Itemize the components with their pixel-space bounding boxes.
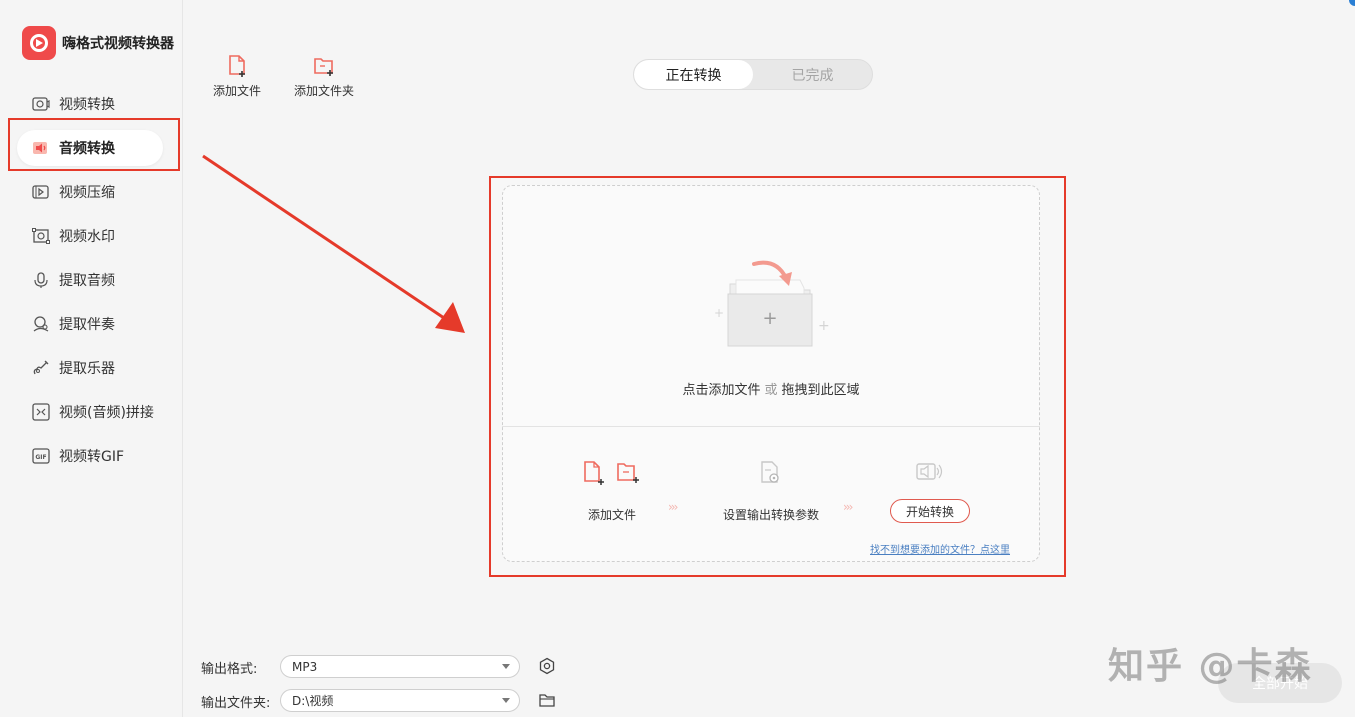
output-folder-value: D:\视频 xyxy=(292,694,334,708)
sidebar-item-extract-instrument[interactable]: 提取乐器 xyxy=(0,346,183,390)
add-file-button[interactable]: 添加文件 xyxy=(213,54,261,99)
hint-click-text: 点击添加文件 xyxy=(682,383,761,398)
step-start-audio-icon xyxy=(916,463,943,480)
sidebar-item-label: 视频压缩 xyxy=(59,185,115,201)
app-title: 嗨格式视频转换器 xyxy=(62,36,174,52)
video-compress-icon xyxy=(32,183,50,201)
sidebar-item-label: 提取乐器 xyxy=(59,361,115,377)
sidebar-item-label: 视频水印 xyxy=(59,229,115,245)
add-folder-button[interactable]: 添加文件夹 xyxy=(294,54,354,99)
sidebar-item-video-compress[interactable]: 视频压缩 xyxy=(0,170,183,214)
audio-convert-icon xyxy=(32,139,50,157)
dropzone-hint: 点击添加文件或拖拽到此区域 xyxy=(502,379,1040,398)
step-add-file-label: 添加文件 xyxy=(588,508,637,522)
svg-text:GIF: GIF xyxy=(35,454,46,461)
add-folder-icon xyxy=(313,54,335,78)
sidebar-item-video-watermark[interactable]: 视频水印 xyxy=(0,214,183,258)
brand: 嗨格式视频转换器 xyxy=(22,26,174,60)
add-file-label: 添加文件 xyxy=(213,84,262,98)
help-link[interactable]: 找不到想要添加的文件？点这里 xyxy=(870,541,1010,556)
step-arrow-icon: ››› xyxy=(843,500,854,514)
sidebar-item-gif[interactable]: GIF 视频转GIF xyxy=(0,434,183,478)
sidebar-item-audio-convert[interactable]: 音频转换 xyxy=(0,126,183,170)
video-watermark-icon xyxy=(32,227,50,245)
sidebar-item-label: 视频转换 xyxy=(59,97,115,113)
watermark-text: 知乎 @卡森 xyxy=(1108,646,1313,687)
output-format-select[interactable]: MP3 xyxy=(280,655,520,678)
output-folder-label: 输出文件夹: xyxy=(201,696,271,711)
sidebar-item-video-convert[interactable]: 视频转换 xyxy=(0,82,183,126)
sidebar-item-label: 视频(音频)拼接 xyxy=(59,405,154,421)
sidebar-item-label: 视频转GIF xyxy=(59,449,125,465)
status-tabs: 正在转换 已完成 xyxy=(633,59,873,90)
sidebar-item-label: 音频转换 xyxy=(59,141,115,157)
sidebar-item-extract-audio[interactable]: 提取音频 xyxy=(0,258,183,302)
pointer-arrow-annotation xyxy=(202,154,465,333)
extract-instrument-icon xyxy=(32,359,50,377)
open-folder-icon[interactable] xyxy=(538,691,556,709)
output-format-label: 输出格式: xyxy=(201,662,258,677)
step-set-params-label: 设置输出转换参数 xyxy=(723,508,820,522)
start-convert-button[interactable]: 开始转换 xyxy=(890,499,970,523)
tab-converting[interactable]: 正在转换 xyxy=(634,60,753,89)
output-format-value: MP3 xyxy=(292,659,318,674)
svg-text:+: + xyxy=(818,318,830,334)
add-folder-label: 添加文件夹 xyxy=(294,84,355,98)
window-corner-accent xyxy=(1349,0,1355,6)
sidebar-item-label: 提取伴奏 xyxy=(59,317,115,333)
sidebar-item-extract-accompaniment[interactable]: 提取伴奏 xyxy=(0,302,183,346)
app-logo-icon xyxy=(22,26,56,60)
sidebar: 嗨格式视频转换器 视频转换 音频转换 视频压缩 视频水印 提取音频 提取伴奏 提… xyxy=(0,0,183,717)
chevron-down-icon xyxy=(502,664,510,669)
video-convert-icon xyxy=(32,95,50,113)
chevron-down-icon xyxy=(502,698,510,703)
hint-or-text: 或 xyxy=(764,383,778,398)
sidebar-nav: 视频转换 音频转换 视频压缩 视频水印 提取音频 提取伴奏 提取乐器 视频(音频… xyxy=(0,82,183,478)
dropzone-divider xyxy=(502,426,1040,427)
extract-accompaniment-icon xyxy=(32,315,50,333)
extract-audio-icon xyxy=(32,271,50,289)
svg-text:+: + xyxy=(762,308,777,329)
output-folder-select[interactable]: D:\视频 xyxy=(280,689,520,712)
merge-icon xyxy=(32,403,50,421)
add-file-icon xyxy=(226,54,248,78)
add-folder-illustration-icon[interactable]: + + + xyxy=(700,258,840,354)
gif-icon: GIF xyxy=(32,447,50,465)
svg-text:+: + xyxy=(714,306,724,320)
format-settings-gear-icon[interactable] xyxy=(538,657,556,675)
sidebar-item-merge[interactable]: 视频(音频)拼接 xyxy=(0,390,183,434)
step-settings-icon xyxy=(761,461,779,483)
tab-completed[interactable]: 已完成 xyxy=(753,60,872,89)
app-window: 嗨格式视频转换器 视频转换 音频转换 视频压缩 视频水印 提取音频 提取伴奏 提… xyxy=(0,0,1355,717)
step-arrow-icon: ››› xyxy=(668,500,679,514)
hint-drag-text: 拖拽到此区域 xyxy=(781,383,860,398)
step-add-file-icon xyxy=(584,461,639,485)
sidebar-item-label: 提取音频 xyxy=(59,273,115,289)
